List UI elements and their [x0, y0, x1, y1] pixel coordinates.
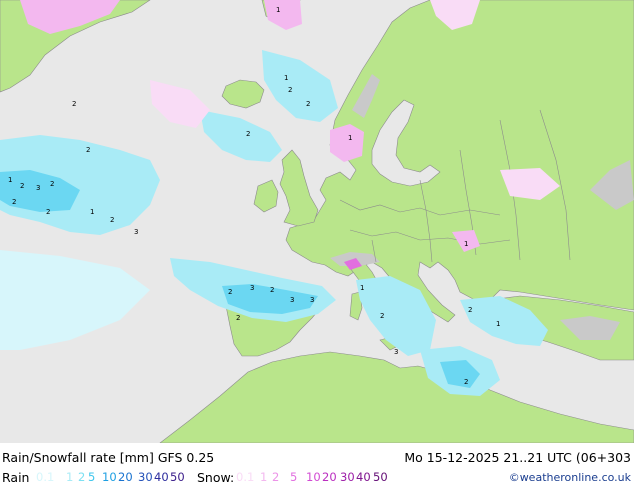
marker: 2	[288, 86, 292, 94]
marker: 1	[496, 320, 500, 328]
marker: 2	[380, 312, 384, 320]
marker: 2	[468, 306, 472, 314]
marker: 3	[310, 296, 314, 304]
marker: 1	[90, 208, 94, 216]
marker: 2	[46, 208, 50, 216]
marker: 3	[290, 296, 294, 304]
credit-link[interactable]: ©weatheronline.co.uk	[509, 471, 631, 484]
marker: 2	[12, 198, 16, 206]
snow-legend-value: 5	[290, 470, 298, 484]
marker: 2	[270, 286, 274, 294]
rain-legend-value: 50	[170, 470, 185, 484]
rain-legend-value: 30	[138, 470, 153, 484]
marker: 3	[36, 184, 40, 192]
marker: 1	[360, 284, 364, 292]
marker: 2	[236, 314, 240, 322]
snow-legend-value: 0.1	[236, 470, 255, 484]
marker: 2	[306, 100, 310, 108]
snow-legend-value: 20	[322, 470, 337, 484]
marker: 2	[110, 216, 114, 224]
marker: 1	[464, 240, 468, 248]
rain-legend-value: 5	[88, 470, 96, 484]
rain-legend-label: Rain	[2, 470, 30, 485]
marker: 2	[20, 182, 24, 190]
marker: 3	[394, 348, 398, 356]
rain-legend-value: 40	[154, 470, 169, 484]
marker: 1	[348, 134, 352, 142]
rain-legend-value: 10	[102, 470, 117, 484]
rain-legend-value: 2	[78, 470, 86, 484]
snow-legend-label: Snow:	[197, 470, 235, 485]
footer-row-title: Rain/Snowfall rate [mm] GFS 0.25 Mo 15-1…	[0, 448, 634, 468]
snow-legend-value: 10	[306, 470, 321, 484]
snow-legend-value: 30	[340, 470, 355, 484]
marker: 3	[134, 228, 138, 236]
snow-legend-value: 1	[260, 470, 268, 484]
marker: 2	[228, 288, 232, 296]
marker: 2	[50, 180, 54, 188]
marker: 1	[8, 176, 12, 184]
rain-legend-value: 0.1	[36, 470, 55, 484]
marker: 2	[246, 130, 250, 138]
forecast-timestamp: Mo 15-12-2025 21..21 UTC (06+303	[404, 450, 631, 465]
marker: 1	[276, 6, 280, 14]
snow-legend-value: 2	[272, 470, 280, 484]
footer-row-legend: Rain 0.1 1 2 5 10 20 30 40 50 Snow: 0.1 …	[0, 468, 634, 488]
snow-legend-value: 40	[356, 470, 371, 484]
marker: 3	[250, 284, 254, 292]
map-title: Rain/Snowfall rate [mm] GFS 0.25	[2, 450, 215, 465]
marker: 2	[464, 378, 468, 386]
rain-legend-value: 20	[118, 470, 133, 484]
precipitation-map: 1 2 3 2 2 2 1 2 3 2 2 2 1 2 2 1 1 2 3 2 …	[0, 0, 634, 443]
legend-footer: Rain/Snowfall rate [mm] GFS 0.25 Mo 15-1…	[0, 443, 634, 490]
marker: 2	[86, 146, 90, 154]
marker: 2	[72, 100, 76, 108]
marker: 1	[284, 74, 288, 82]
rain-legend-value: 1	[66, 470, 74, 484]
weather-map-frame: 1 2 3 2 2 2 1 2 3 2 2 2 1 2 2 1 1 2 3 2 …	[0, 0, 634, 490]
snow-legend-value: 50	[373, 470, 388, 484]
